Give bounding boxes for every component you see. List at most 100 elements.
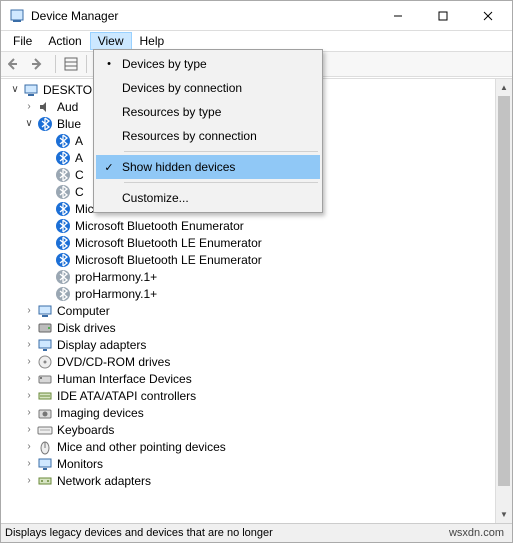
- tree-item[interactable]: ›proHarmony.1+: [1, 285, 495, 302]
- vertical-scrollbar[interactable]: ▲ ▼: [495, 79, 512, 523]
- menu-label: Devices by type: [122, 57, 207, 71]
- bluetooth-icon: [55, 286, 71, 302]
- window-buttons: [375, 1, 510, 30]
- minimize-button[interactable]: [375, 1, 420, 30]
- menu-customize[interactable]: Customize...: [96, 186, 320, 210]
- tree-label: A: [75, 134, 83, 148]
- tree-category[interactable]: › Mice and other pointing devices: [1, 438, 495, 455]
- tree-label: Disk drives: [57, 321, 116, 335]
- expander-icon[interactable]: ›: [23, 339, 35, 351]
- expander-icon[interactable]: ›: [23, 424, 35, 436]
- expander-icon[interactable]: ›: [23, 322, 35, 334]
- tree-label: Network adapters: [57, 474, 151, 488]
- menu-label: Show hidden devices: [122, 160, 235, 174]
- toolbar-separator: [55, 55, 56, 73]
- tree-label: IDE ATA/ATAPI controllers: [57, 389, 196, 403]
- expander-icon[interactable]: ›: [23, 101, 35, 113]
- tree-label: Monitors: [57, 457, 103, 471]
- menu-file[interactable]: File: [5, 32, 40, 50]
- bluetooth-icon: [37, 116, 53, 132]
- status-source: wsxdn.com: [441, 527, 512, 539]
- category-icon: [37, 388, 53, 404]
- tree-category[interactable]: › Disk drives: [1, 319, 495, 336]
- menu-view-option[interactable]: Devices by connection: [96, 76, 320, 100]
- tree-item[interactable]: ›proHarmony.1+: [1, 268, 495, 285]
- expander-icon[interactable]: ∨: [23, 118, 35, 130]
- menu-separator: [124, 151, 318, 152]
- tree-item[interactable]: ›Microsoft Bluetooth Enumerator: [1, 217, 495, 234]
- tree-label: DVD/CD-ROM drives: [57, 355, 170, 369]
- expander-icon[interactable]: ›: [23, 407, 35, 419]
- tree-label: DESKTO: [43, 83, 92, 97]
- expander-icon[interactable]: ∨: [9, 84, 21, 96]
- tree-category[interactable]: ›Keyboards: [1, 421, 495, 438]
- tree-label: Mice and other pointing devices: [57, 440, 226, 454]
- tree-item[interactable]: ›Microsoft Bluetooth LE Enumerator: [1, 251, 495, 268]
- menu-view[interactable]: View: [90, 32, 132, 50]
- category-icon: [37, 320, 53, 336]
- menu-label: Devices by connection: [122, 81, 242, 95]
- category-icon: [37, 456, 53, 472]
- scroll-up-button[interactable]: ▲: [496, 79, 512, 96]
- tree-category[interactable]: › DVD/CD-ROM drives: [1, 353, 495, 370]
- window-title: Device Manager: [31, 9, 375, 23]
- category-icon: [37, 371, 53, 387]
- tree-label: Imaging devices: [57, 406, 144, 420]
- tree-category[interactable]: ›Display adapters: [1, 336, 495, 353]
- category-icon: [37, 439, 53, 455]
- scroll-thumb[interactable]: [498, 96, 510, 486]
- tree-label: Aud: [57, 100, 78, 114]
- expander-icon[interactable]: ›: [23, 356, 35, 368]
- menu-label: Resources by connection: [122, 129, 257, 143]
- tree-label: C: [75, 185, 84, 199]
- close-button[interactable]: [465, 1, 510, 30]
- toolbar-separator: [86, 55, 87, 73]
- tree-label: Computer: [57, 304, 110, 318]
- tree-category[interactable]: › Network adapters: [1, 472, 495, 489]
- menu-view-option[interactable]: Resources by connection: [96, 124, 320, 148]
- menu-view-option[interactable]: Resources by type: [96, 100, 320, 124]
- menu-label: Customize...: [122, 191, 189, 205]
- bluetooth-icon: [55, 201, 71, 217]
- check-icon: ✓: [96, 161, 122, 174]
- computer-icon: [23, 82, 39, 98]
- back-button[interactable]: [5, 53, 27, 75]
- bluetooth-icon: [55, 167, 71, 183]
- tree-label: Microsoft Bluetooth Enumerator: [75, 219, 244, 233]
- menu-action[interactable]: Action: [40, 32, 89, 50]
- tree-category[interactable]: › IDE ATA/ATAPI controllers: [1, 387, 495, 404]
- expander-icon[interactable]: ›: [23, 305, 35, 317]
- details-button[interactable]: [60, 53, 82, 75]
- menu-view-option[interactable]: •Devices by type: [96, 52, 320, 76]
- bluetooth-icon: [55, 133, 71, 149]
- category-icon: [37, 405, 53, 421]
- expander-icon[interactable]: ›: [23, 458, 35, 470]
- tree-item[interactable]: ›Microsoft Bluetooth LE Enumerator: [1, 234, 495, 251]
- category-icon: [37, 303, 53, 319]
- forward-button[interactable]: [29, 53, 51, 75]
- bluetooth-icon: [55, 252, 71, 268]
- category-icon: [37, 337, 53, 353]
- expander-icon[interactable]: ›: [23, 373, 35, 385]
- audio-icon: [37, 99, 53, 115]
- tree-label: Human Interface Devices: [57, 372, 192, 386]
- expander-icon[interactable]: ›: [23, 441, 35, 453]
- bluetooth-icon: [55, 150, 71, 166]
- titlebar: Device Manager: [1, 1, 512, 31]
- expander-icon[interactable]: ›: [23, 475, 35, 487]
- expander-icon[interactable]: ›: [23, 390, 35, 402]
- bluetooth-icon: [55, 218, 71, 234]
- menu-help[interactable]: Help: [132, 32, 173, 50]
- tree-category[interactable]: › Computer: [1, 302, 495, 319]
- tree-label: proHarmony.1+: [75, 270, 157, 284]
- category-icon: [37, 354, 53, 370]
- tree-label: Blue: [57, 117, 81, 131]
- tree-category[interactable]: › Monitors: [1, 455, 495, 472]
- bluetooth-icon: [55, 269, 71, 285]
- scroll-down-button[interactable]: ▼: [496, 506, 512, 523]
- menu-show-hidden[interactable]: ✓ Show hidden devices: [96, 155, 320, 179]
- app-icon: [9, 8, 25, 24]
- tree-category[interactable]: › Human Interface Devices: [1, 370, 495, 387]
- maximize-button[interactable]: [420, 1, 465, 30]
- tree-category[interactable]: › Imaging devices: [1, 404, 495, 421]
